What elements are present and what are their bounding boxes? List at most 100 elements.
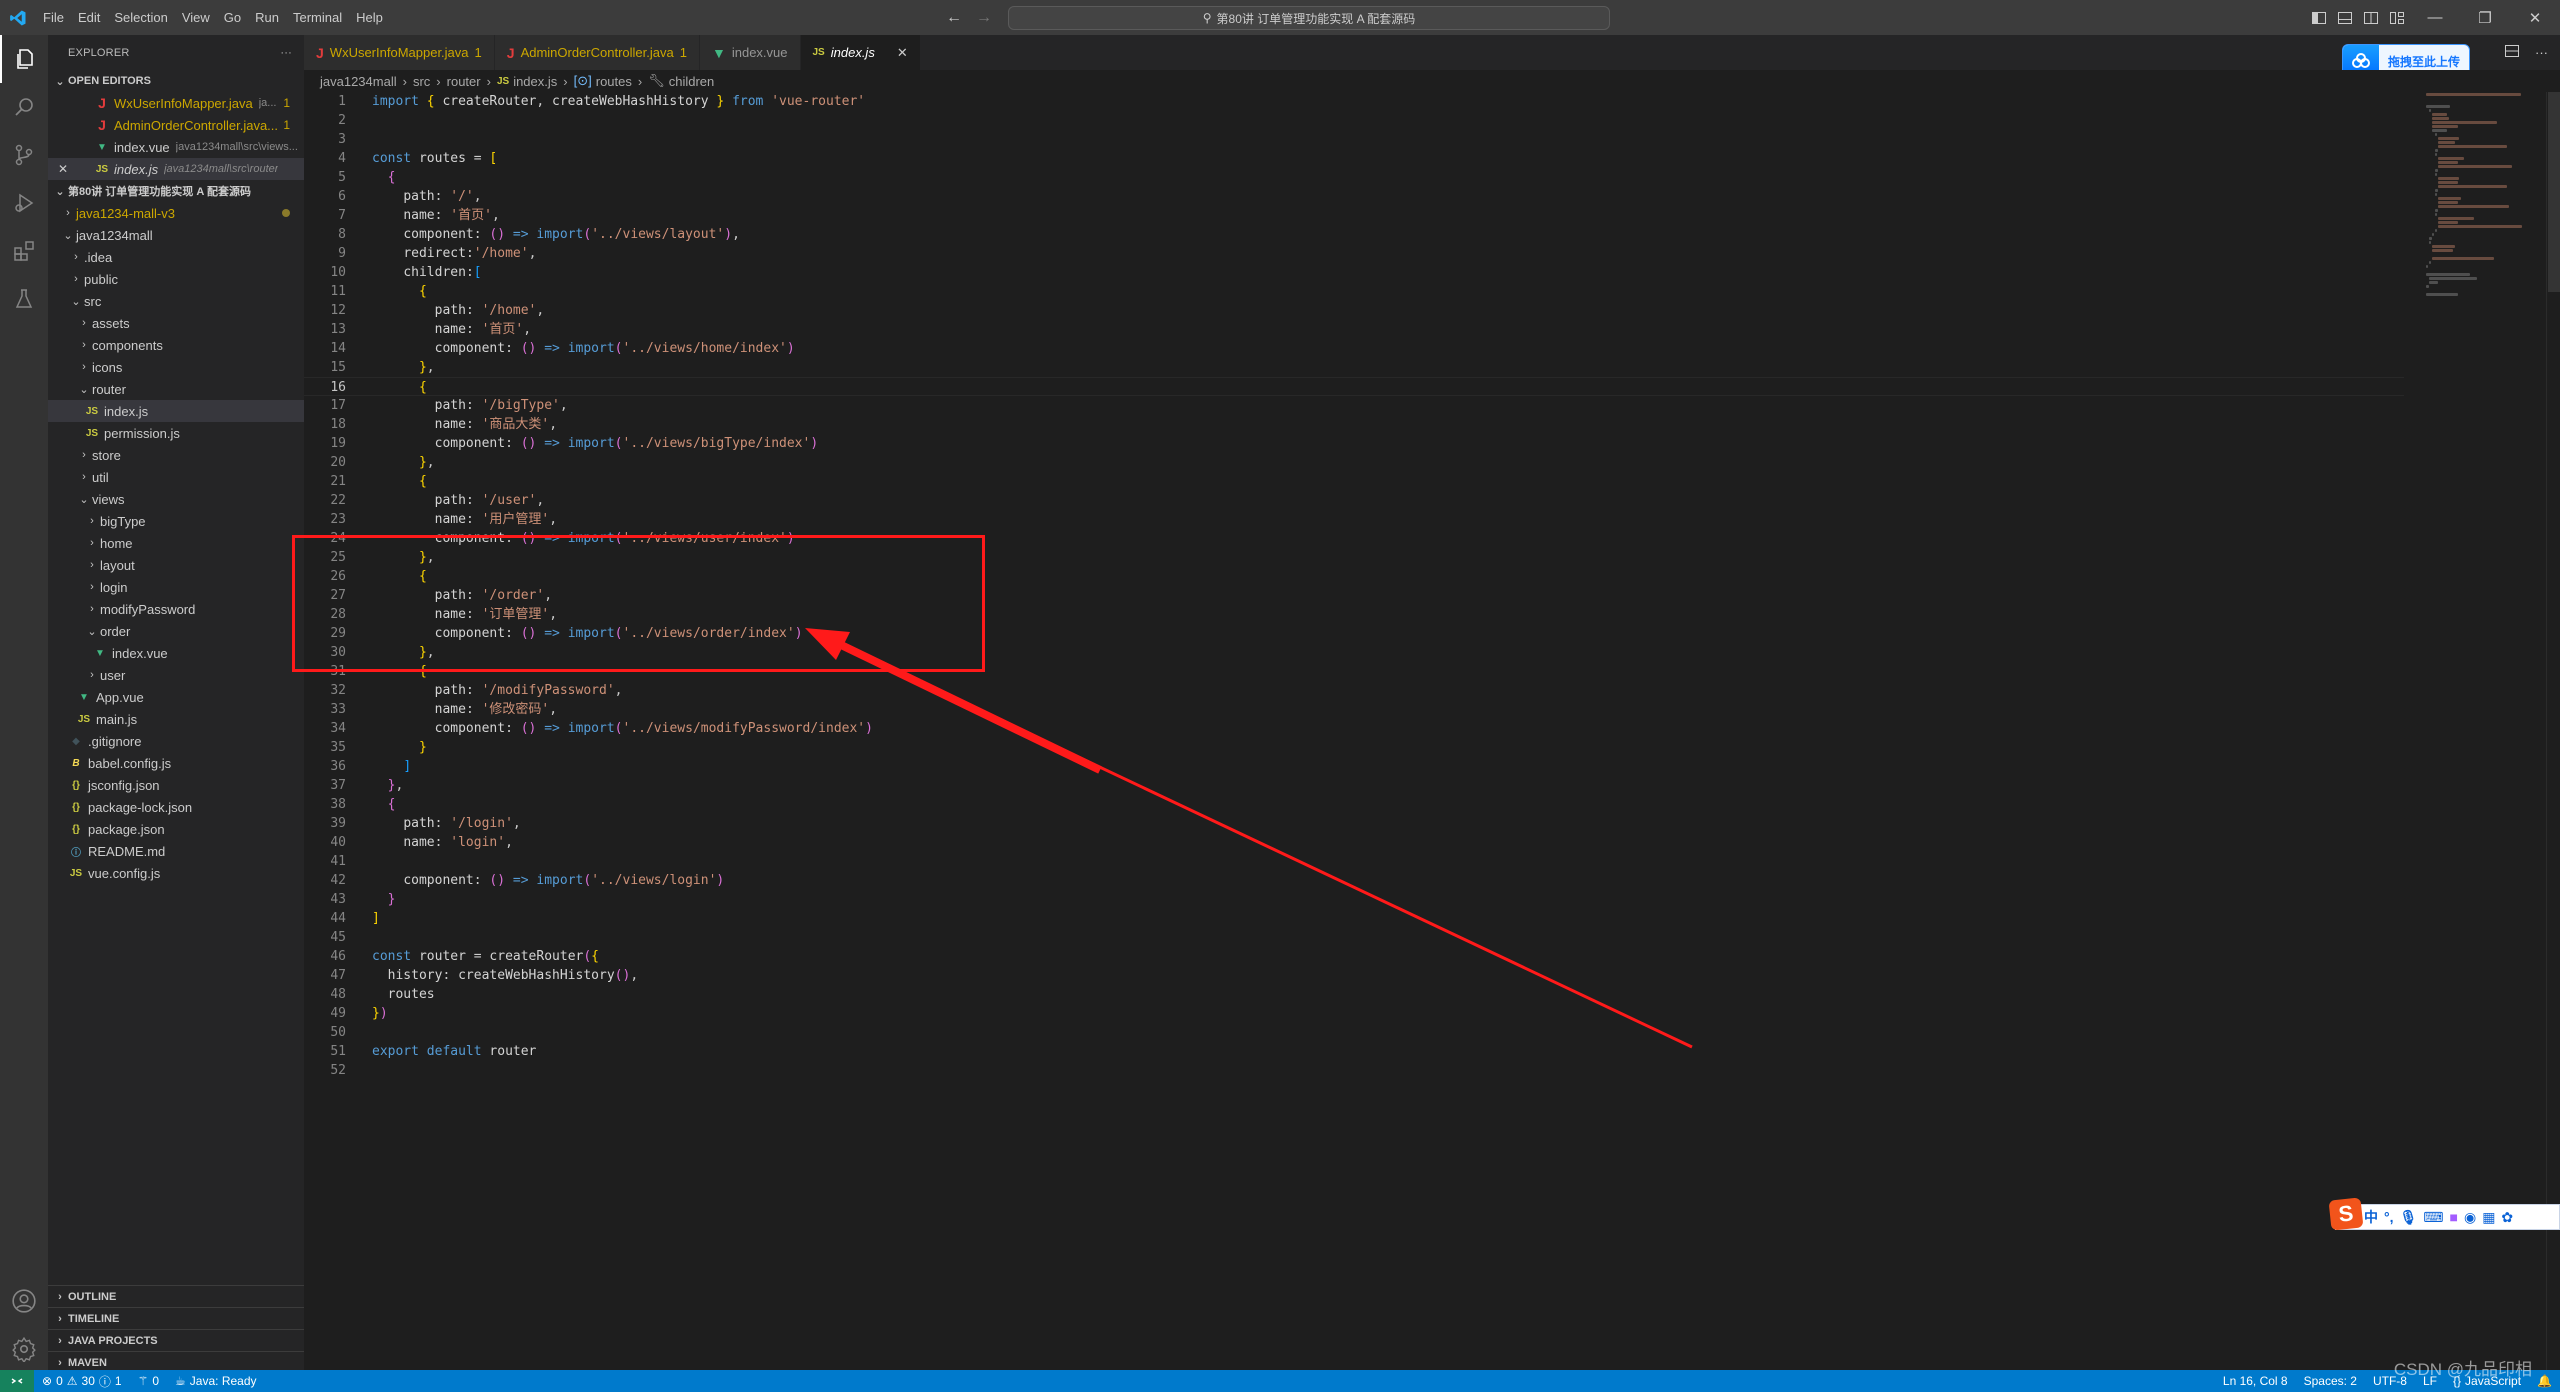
end-of-line[interactable]: LF xyxy=(2415,1374,2445,1388)
tree-file[interactable]: JS permission.js xyxy=(48,422,304,444)
tree-folder[interactable]: › bigType xyxy=(48,510,304,532)
close-window-button[interactable]: ✕ xyxy=(2510,0,2560,35)
tab-index-vue[interactable]: ▼ index.vue xyxy=(699,35,801,70)
tree-folder[interactable]: › home xyxy=(48,532,304,554)
toggle-sidebar-icon[interactable] xyxy=(2306,0,2332,35)
tree-file[interactable]: ▼ index.vue xyxy=(48,642,304,664)
skin-icon[interactable]: ■ xyxy=(2450,1209,2458,1225)
notifications-bell-icon[interactable]: 🔔 xyxy=(2529,1374,2560,1388)
tree-folder[interactable]: › components xyxy=(48,334,304,356)
cursor-position[interactable]: Ln 16, Col 8 xyxy=(2215,1374,2296,1388)
language-mode[interactable]: {} JavaScript xyxy=(2445,1374,2529,1388)
forward-arrow-icon[interactable]: → xyxy=(976,9,992,27)
code-editor[interactable]: 1 import { createRouter, createWebHashHis… xyxy=(304,92,2560,1373)
encoding[interactable]: UTF-8 xyxy=(2365,1374,2415,1388)
microphone-icon[interactable]: 🎙 xyxy=(2400,1209,2418,1226)
tree-folder[interactable]: ⌄ router xyxy=(48,378,304,400)
tree-file[interactable]: ▼ App.vue xyxy=(48,686,304,708)
tree-folder[interactable]: › assets xyxy=(48,312,304,334)
split-editor-icon[interactable] xyxy=(2505,45,2519,60)
search-icon[interactable] xyxy=(0,83,48,131)
tab-adminordercontroller-java[interactable]: J AdminOrderController.java 1 xyxy=(494,35,700,70)
minimap[interactable] xyxy=(2426,92,2546,296)
menu-terminal[interactable]: Terminal xyxy=(286,0,349,35)
menu-go[interactable]: Go xyxy=(217,0,248,35)
workspace-section[interactable]: ⌄ 第80讲 订单管理功能实现 A 配套源码 xyxy=(48,180,304,202)
tab-wxuserinfomapper-java[interactable]: J WxUserInfoMapper.java 1 xyxy=(304,35,495,70)
breadcrumb-item[interactable]: router xyxy=(447,74,481,89)
settings-gear-icon[interactable] xyxy=(0,1325,48,1373)
minimize-button[interactable]: — xyxy=(2410,0,2460,35)
tree-file[interactable]: JS vue.config.js xyxy=(48,862,304,884)
tree-folder[interactable]: › icons xyxy=(48,356,304,378)
toggle-panel-icon[interactable] xyxy=(2332,0,2358,35)
menu-selection[interactable]: Selection xyxy=(107,0,174,35)
tree-folder[interactable]: › public xyxy=(48,268,304,290)
sogou-logo-icon[interactable]: S xyxy=(2328,1197,2364,1231)
toggle-secondary-sidebar-icon[interactable] xyxy=(2358,0,2384,35)
explorer-more-actions-icon[interactable]: ··· xyxy=(280,47,292,59)
java-status[interactable]: ☕ Java: Ready xyxy=(167,1374,264,1388)
run-debug-icon[interactable] xyxy=(0,179,48,227)
keyboard-icon[interactable]: ⌨ xyxy=(2423,1209,2443,1226)
restore-button[interactable]: ❐ xyxy=(2460,0,2510,35)
tree-folder[interactable]: ⌄ java1234mall xyxy=(48,224,304,246)
command-center-search[interactable]: ⚲ 第80讲 订单管理功能实现 A 配套源码 xyxy=(1008,6,1610,30)
explorer-icon[interactable] xyxy=(0,35,48,83)
open-editor-item[interactable]: ✕ JS index.js java1234mall\src\router xyxy=(48,158,304,180)
breadcrumb-item[interactable]: src xyxy=(413,74,430,89)
menu-run[interactable]: Run xyxy=(248,0,286,35)
open-editor-item[interactable]: ▼ index.vue java1234mall\src\views... xyxy=(48,136,304,158)
tree-folder[interactable]: › modifyPassword xyxy=(48,598,304,620)
ime-punctuation[interactable]: °, xyxy=(2384,1209,2394,1225)
section-timeline[interactable]: › TIMELINE xyxy=(48,1307,304,1329)
extensions-icon[interactable] xyxy=(0,227,48,275)
tree-folder[interactable]: › store xyxy=(48,444,304,466)
vertical-scrollbar[interactable] xyxy=(2546,92,2560,1373)
tree-folder[interactable]: ⌄ views xyxy=(48,488,304,510)
tree-file[interactable]: ◆ .gitignore xyxy=(48,730,304,752)
tree-folder[interactable]: › layout xyxy=(48,554,304,576)
menu-view[interactable]: View xyxy=(175,0,217,35)
problems-status[interactable]: ⊗ 0 ⚠ 30 ⓘ 1 xyxy=(34,1373,130,1390)
ports-status[interactable]: ⚚ 0 xyxy=(130,1374,167,1388)
open-editor-item[interactable]: J WxUserInfoMapper.java ja... 1 xyxy=(48,92,304,114)
source-control-icon[interactable] xyxy=(0,131,48,179)
more-actions-icon[interactable]: ··· xyxy=(2535,45,2548,60)
remote-indicator-icon[interactable] xyxy=(0,1370,34,1392)
tree-folder[interactable]: ⌄ order xyxy=(48,620,304,642)
bot-icon[interactable]: ◉ xyxy=(2464,1209,2476,1226)
tab-index-js[interactable]: JS index.js ✕ xyxy=(800,35,921,70)
tree-file[interactable]: JS main.js xyxy=(48,708,304,730)
breadcrumb-item[interactable]: routes xyxy=(596,74,632,89)
customize-layout-icon[interactable] xyxy=(2384,0,2410,35)
close-tab-icon[interactable]: ✕ xyxy=(897,45,908,61)
accounts-icon[interactable] xyxy=(0,1277,48,1325)
apps-icon[interactable]: ▦ xyxy=(2482,1209,2495,1226)
open-editors-section[interactable]: ⌄ OPEN EDITORS xyxy=(48,70,304,92)
tree-folder[interactable]: › login xyxy=(48,576,304,598)
tree-folder[interactable]: › .idea xyxy=(48,246,304,268)
tree-folder[interactable]: › user xyxy=(48,664,304,686)
tree-file[interactable]: {} package-lock.json xyxy=(48,796,304,818)
open-editor-item[interactable]: J AdminOrderController.java... 1 xyxy=(48,114,304,136)
breadcrumb-item[interactable]: children xyxy=(669,74,715,89)
back-arrow-icon[interactable]: ← xyxy=(946,9,962,27)
tree-file[interactable]: ⓘ README.md xyxy=(48,840,304,862)
close-icon[interactable]: ✕ xyxy=(58,162,68,176)
section-outline[interactable]: › OUTLINE xyxy=(48,1285,304,1307)
tree-folder[interactable]: › java1234-mall-v3 xyxy=(48,202,304,224)
scrollbar-thumb[interactable] xyxy=(2548,92,2560,292)
breadcrumb-item[interactable]: java1234mall xyxy=(320,74,397,89)
ime-chinese-mode[interactable]: 中 xyxy=(2364,1207,2378,1227)
menu-edit[interactable]: Edit xyxy=(71,0,107,35)
ime-settings-icon[interactable]: ✿ xyxy=(2501,1209,2513,1226)
tree-file[interactable]: {} package.json xyxy=(48,818,304,840)
breadcrumb-item[interactable]: index.js xyxy=(513,74,557,89)
menu-help[interactable]: Help xyxy=(349,0,390,35)
section-java-projects[interactable]: › JAVA PROJECTS xyxy=(48,1329,304,1351)
testing-flask-icon[interactable] xyxy=(0,275,48,323)
tree-file[interactable]: {} jsconfig.json xyxy=(48,774,304,796)
tree-folder[interactable]: ⌄ src xyxy=(48,290,304,312)
tree-file[interactable]: Bbabel.config.js xyxy=(48,752,304,774)
